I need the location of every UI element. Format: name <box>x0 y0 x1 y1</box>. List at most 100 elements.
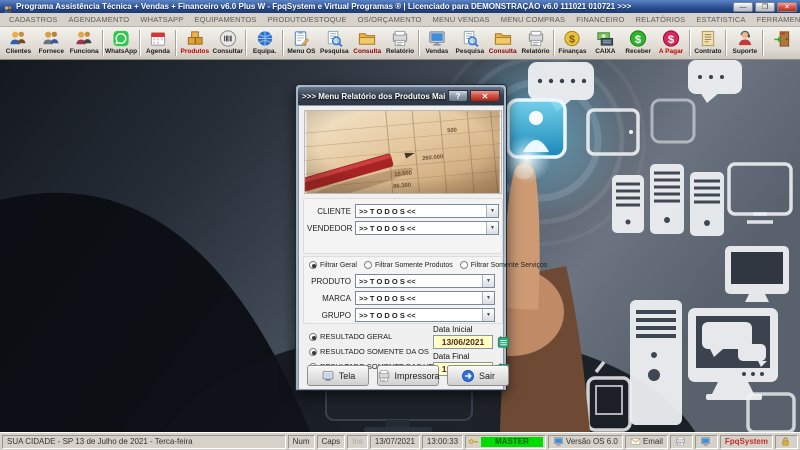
data-inicial-input[interactable]: 13/06/2021 <box>433 335 493 349</box>
vendedor-select[interactable]: >> T O D O S << ▼ <box>355 221 499 235</box>
toolbar-button-contrato[interactable]: Contrato <box>692 28 725 58</box>
toolbar-button-produtos[interactable]: Produtos <box>178 28 211 58</box>
toolbar-button-vendas[interactable]: Vendas <box>421 28 454 58</box>
menu-item-estatistica[interactable]: ESTATISTICA <box>691 14 750 25</box>
toolbar-button-consulta[interactable]: Consulta <box>351 28 384 58</box>
status-date: 13/07/2021 <box>369 434 420 449</box>
menu-item-menu-compras[interactable]: MENU COMPRAS <box>496 14 571 25</box>
toolbar-button-pesquisa[interactable]: Pesquisa <box>318 28 351 58</box>
toolbar-button-exitdoor[interactable] <box>765 28 798 58</box>
radio-filtrar-somente-produtos[interactable]: Filtrar Somente Produtos <box>363 261 453 269</box>
menu-item-agendamento[interactable]: AGENDAMENTO <box>63 14 134 25</box>
radio-resultado-geral[interactable]: RESULTADO GERAL <box>309 332 392 341</box>
toolbar-label: Pesquisa <box>320 48 349 55</box>
data-final-label: Data Final <box>433 352 470 361</box>
master-badge: MASTER <box>481 436 543 447</box>
menu-item-os-orcamento[interactable]: OS/ORÇAMENTO <box>353 14 427 25</box>
radio-filtrar-somente-servicos[interactable]: Filtrar Somente Serviços <box>459 261 547 269</box>
mail-icon <box>630 436 641 447</box>
cliente-select[interactable]: >> T O D O S << ▼ <box>355 204 499 218</box>
status-printer[interactable] <box>669 434 693 449</box>
toolbar-label: Menu OS <box>287 48 316 55</box>
menu-item-equipamentos[interactable]: EQUIPAMENTOS <box>189 14 261 25</box>
toolbar-button-pesquisa[interactable]: Pesquisa <box>453 28 486 58</box>
menu-item-ferramentas[interactable]: FERRAMENTAS <box>752 14 800 25</box>
toolbar-label: CAIXA <box>595 48 616 55</box>
lock-icon <box>780 436 791 447</box>
data-inicial-calendar-button[interactable] <box>496 335 511 349</box>
toolbar-separator <box>245 30 248 56</box>
folder-icon <box>493 29 513 48</box>
menu-item-menu-vendas[interactable]: MENU VENDAS <box>428 14 495 25</box>
radio-filtrar-geral[interactable]: Filtrar Geral <box>309 261 357 269</box>
toolbar-label: Fornece <box>38 48 64 55</box>
dialog-close-button[interactable]: ✕ <box>470 90 500 102</box>
menu-item-whatsapp[interactable]: WHATSAPP <box>135 14 188 25</box>
impressora-button[interactable]: Impressora <box>377 365 440 386</box>
pencil-ledger-image: 500260.000 10.50086.300 <box>304 110 502 194</box>
products-icon <box>185 29 205 48</box>
application-window: Programa Assistência Técnica + Vendas + … <box>0 0 800 450</box>
chevron-down-icon: ▼ <box>486 222 498 234</box>
radio-resultado-somente-da-os[interactable]: RESULTADO SOMENTE DA OS <box>309 347 429 356</box>
close-button[interactable]: ✕ <box>777 1 797 12</box>
barcode-icon <box>218 29 238 48</box>
menu-item-produto-estoque[interactable]: PRODUTO/ESTOQUE <box>263 14 352 25</box>
produto-label: PRODUTO <box>311 276 351 286</box>
support-icon <box>735 29 755 48</box>
menu-item-cadastros[interactable]: CADASTROS <box>4 14 62 25</box>
toolbar-button-agenda[interactable]: Agenda <box>142 28 175 58</box>
menu-item-financeiro[interactable]: FINANCEIRO <box>571 14 629 25</box>
dialog-title: >>> Menu Relatório dos Produtos Mais Ven… <box>302 91 446 101</box>
svg-text:$: $ <box>635 34 642 46</box>
toolbar-button-receber[interactable]: $ Receber <box>622 28 655 58</box>
tela-icon <box>321 369 335 383</box>
button-label: Tela <box>338 370 356 381</box>
monitor-icon <box>427 29 447 48</box>
tela-button[interactable]: Tela <box>307 365 369 386</box>
toolbar-button-clientes[interactable]: Clientes <box>2 28 35 58</box>
status-email[interactable]: Email <box>624 434 668 449</box>
suppliers-icon <box>41 29 61 48</box>
cliente-label: CLIENTE <box>317 206 351 216</box>
dialog-titlebar[interactable]: >>> Menu Relatório dos Produtos Mais Ven… <box>298 87 504 105</box>
toolbar-button-a-pagar[interactable]: $ A Pagar <box>655 28 688 58</box>
printer-icon <box>675 436 686 447</box>
vendedor-label: VENDEDOR <box>307 223 353 233</box>
toolbar-label: WhatsApp <box>104 48 138 55</box>
toolbar-separator <box>688 30 691 56</box>
globe-icon <box>255 29 275 48</box>
grupo-select[interactable]: >> T O D O S << ▼ <box>355 308 495 322</box>
toolbar-button-fornece[interactable]: Fornece <box>35 28 68 58</box>
dialog-help-button[interactable]: ? <box>448 90 468 102</box>
toolbar-button-financas[interactable]: $ Finanças <box>556 28 589 58</box>
data-inicial-label: Data Inicial <box>433 325 473 334</box>
toolbar-button-equipa[interactable]: Equipa. <box>248 28 281 58</box>
status-lock <box>775 434 798 449</box>
minimize-button[interactable]: — <box>733 1 753 12</box>
restore-button[interactable]: ❐ <box>755 1 775 12</box>
toolbar-button-consultar[interactable]: Consultar <box>211 28 244 58</box>
receive-icon: $ <box>628 29 648 48</box>
toolbar-button-relatorio[interactable]: Relatório <box>384 28 417 58</box>
status-master: MASTER <box>465 434 546 449</box>
toolbar-button-whatsapp[interactable]: WhatsApp <box>105 28 138 58</box>
toolbar-button-consulta[interactable]: Consulta <box>486 28 519 58</box>
status-screen[interactable] <box>694 434 718 449</box>
chevron-down-icon: ▼ <box>482 275 494 287</box>
toolbar-separator <box>282 30 284 56</box>
toolbar-button-menu-os[interactable]: Menu OS <box>285 28 318 58</box>
exitdoor-icon <box>772 29 792 48</box>
sair-button[interactable]: Sair <box>447 365 509 386</box>
titlebar: Programa Assistência Técnica + Vendas + … <box>0 0 800 13</box>
report-icon <box>390 29 410 48</box>
toolbar-button-relatorio[interactable]: Relatório <box>519 28 552 58</box>
toolbar-button-caixa[interactable]: CAIXA <box>589 28 622 58</box>
toolbar-label: Finanças <box>558 48 587 55</box>
toolbar-button-funciona[interactable]: Funciona <box>68 28 101 58</box>
menu-item-relatorios[interactable]: RELATÓRIOS <box>631 14 691 25</box>
marca-select[interactable]: >> T O D O S << ▼ <box>355 291 495 305</box>
toolbar-label: Consulta <box>488 48 517 55</box>
produto-select[interactable]: >> T O D O S << ▼ <box>355 274 495 288</box>
toolbar-button-suporte[interactable]: Suporte <box>728 28 761 58</box>
